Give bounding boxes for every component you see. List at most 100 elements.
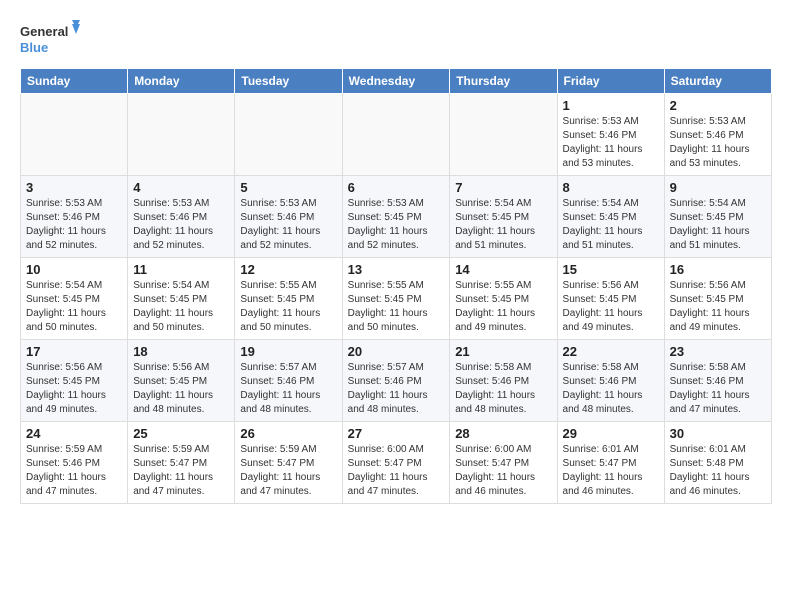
- day-info: Sunrise: 5:53 AM Sunset: 5:46 PM Dayligh…: [670, 115, 766, 171]
- day-number: 1: [563, 98, 659, 113]
- svg-text:Blue: Blue: [20, 40, 48, 55]
- calendar-day-cell: 27 Sunrise: 6:00 AM Sunset: 5:47 PM Dayli…: [342, 422, 450, 504]
- calendar-day-cell: 12 Sunrise: 5:55 AM Sunset: 5:45 PM Dayli…: [235, 258, 342, 340]
- logo-svg: General Blue: [20, 20, 80, 58]
- weekday-header-cell: Sunday: [21, 69, 128, 94]
- day-info: Sunrise: 5:57 AM Sunset: 5:46 PM Dayligh…: [348, 361, 445, 417]
- day-number: 21: [455, 344, 551, 359]
- day-number: 5: [240, 180, 336, 195]
- day-info: Sunrise: 5:56 AM Sunset: 5:45 PM Dayligh…: [133, 361, 229, 417]
- calendar-day-cell: 8 Sunrise: 5:54 AM Sunset: 5:45 PM Daylig…: [557, 176, 664, 258]
- calendar-day-cell: [128, 94, 235, 176]
- day-info: Sunrise: 5:53 AM Sunset: 5:46 PM Dayligh…: [563, 115, 659, 171]
- day-number: 30: [670, 426, 766, 441]
- calendar-day-cell: 22 Sunrise: 5:58 AM Sunset: 5:46 PM Dayli…: [557, 340, 664, 422]
- calendar-day-cell: 11 Sunrise: 5:54 AM Sunset: 5:45 PM Dayli…: [128, 258, 235, 340]
- calendar-week-row: 17 Sunrise: 5:56 AM Sunset: 5:45 PM Dayli…: [21, 340, 772, 422]
- day-number: 22: [563, 344, 659, 359]
- weekday-header-cell: Saturday: [664, 69, 771, 94]
- weekday-header-cell: Tuesday: [235, 69, 342, 94]
- calendar-day-cell: 1 Sunrise: 5:53 AM Sunset: 5:46 PM Daylig…: [557, 94, 664, 176]
- calendar-day-cell: 6 Sunrise: 5:53 AM Sunset: 5:45 PM Daylig…: [342, 176, 450, 258]
- calendar-day-cell: [21, 94, 128, 176]
- day-info: Sunrise: 5:59 AM Sunset: 5:47 PM Dayligh…: [240, 443, 336, 499]
- calendar-day-cell: 18 Sunrise: 5:56 AM Sunset: 5:45 PM Dayli…: [128, 340, 235, 422]
- day-number: 12: [240, 262, 336, 277]
- day-info: Sunrise: 5:59 AM Sunset: 5:46 PM Dayligh…: [26, 443, 122, 499]
- day-info: Sunrise: 5:58 AM Sunset: 5:46 PM Dayligh…: [455, 361, 551, 417]
- calendar-day-cell: 7Sunrise: 5:54 AM Sunset: 5:45 PM Daylig…: [450, 176, 557, 258]
- day-number: 29: [563, 426, 659, 441]
- logo: General Blue: [20, 20, 80, 58]
- calendar-day-cell: [450, 94, 557, 176]
- weekday-header-cell: Friday: [557, 69, 664, 94]
- day-number: 13: [348, 262, 445, 277]
- day-info: Sunrise: 5:53 AM Sunset: 5:46 PM Dayligh…: [240, 197, 336, 253]
- calendar-day-cell: 25Sunrise: 5:59 AM Sunset: 5:47 PM Dayli…: [128, 422, 235, 504]
- calendar-body: 1 Sunrise: 5:53 AM Sunset: 5:46 PM Daylig…: [21, 94, 772, 504]
- day-info: Sunrise: 5:54 AM Sunset: 5:45 PM Dayligh…: [563, 197, 659, 253]
- calendar-week-row: 10 Sunrise: 5:54 AM Sunset: 5:45 PM Dayli…: [21, 258, 772, 340]
- day-number: 28: [455, 426, 551, 441]
- day-info: Sunrise: 5:55 AM Sunset: 5:45 PM Dayligh…: [240, 279, 336, 335]
- day-number: 20: [348, 344, 445, 359]
- page-header: General Blue: [20, 20, 772, 58]
- calendar-day-cell: 3Sunrise: 5:53 AM Sunset: 5:46 PM Daylig…: [21, 176, 128, 258]
- day-number: 9: [670, 180, 766, 195]
- weekday-header-cell: Thursday: [450, 69, 557, 94]
- day-info: Sunrise: 6:00 AM Sunset: 5:47 PM Dayligh…: [348, 443, 445, 499]
- svg-text:General: General: [20, 24, 68, 39]
- weekday-header-cell: Monday: [128, 69, 235, 94]
- day-number: 19: [240, 344, 336, 359]
- day-info: Sunrise: 6:00 AM Sunset: 5:47 PM Dayligh…: [455, 443, 551, 499]
- calendar-day-cell: 17 Sunrise: 5:56 AM Sunset: 5:45 PM Dayli…: [21, 340, 128, 422]
- day-number: 6: [348, 180, 445, 195]
- day-number: 16: [670, 262, 766, 277]
- day-info: Sunrise: 5:56 AM Sunset: 5:45 PM Dayligh…: [26, 361, 122, 417]
- day-number: 4: [133, 180, 229, 195]
- day-number: 23: [670, 344, 766, 359]
- day-info: Sunrise: 5:56 AM Sunset: 5:45 PM Dayligh…: [563, 279, 659, 335]
- day-number: 8: [563, 180, 659, 195]
- day-number: 10: [26, 262, 122, 277]
- calendar-table: SundayMondayTuesdayWednesdayThursdayFrid…: [20, 68, 772, 504]
- day-number: 14: [455, 262, 551, 277]
- day-info: Sunrise: 5:54 AM Sunset: 5:45 PM Dayligh…: [133, 279, 229, 335]
- weekday-header-row: SundayMondayTuesdayWednesdayThursdayFrid…: [21, 69, 772, 94]
- calendar-day-cell: 15 Sunrise: 5:56 AM Sunset: 5:45 PM Dayli…: [557, 258, 664, 340]
- day-number: 27: [348, 426, 445, 441]
- day-info: Sunrise: 5:55 AM Sunset: 5:45 PM Dayligh…: [348, 279, 445, 335]
- day-info: Sunrise: 5:53 AM Sunset: 5:45 PM Dayligh…: [348, 197, 445, 253]
- calendar-day-cell: 20 Sunrise: 5:57 AM Sunset: 5:46 PM Dayli…: [342, 340, 450, 422]
- day-info: Sunrise: 6:01 AM Sunset: 5:47 PM Dayligh…: [563, 443, 659, 499]
- day-number: 26: [240, 426, 336, 441]
- day-info: Sunrise: 5:55 AM Sunset: 5:45 PM Dayligh…: [455, 279, 551, 335]
- day-info: Sunrise: 5:54 AM Sunset: 5:45 PM Dayligh…: [26, 279, 122, 335]
- calendar-day-cell: [342, 94, 450, 176]
- day-number: 15: [563, 262, 659, 277]
- day-number: 18: [133, 344, 229, 359]
- calendar-day-cell: 4Sunrise: 5:53 AM Sunset: 5:46 PM Daylig…: [128, 176, 235, 258]
- day-number: 2: [670, 98, 766, 113]
- calendar-day-cell: 16Sunrise: 5:56 AM Sunset: 5:45 PM Dayli…: [664, 258, 771, 340]
- calendar-week-row: 3 Sunrise: 5:53 AM Sunset: 5:46 PM Daylig…: [21, 176, 772, 258]
- day-info: Sunrise: 5:57 AM Sunset: 5:46 PM Dayligh…: [240, 361, 336, 417]
- day-number: 3: [26, 180, 122, 195]
- calendar-day-cell: 23Sunrise: 5:58 AM Sunset: 5:46 PM Dayli…: [664, 340, 771, 422]
- day-number: 11: [133, 262, 229, 277]
- calendar-day-cell: 19 Sunrise: 5:57 AM Sunset: 5:46 PM Dayli…: [235, 340, 342, 422]
- calendar-day-cell: 30Sunrise: 6:01 AM Sunset: 5:48 PM Dayli…: [664, 422, 771, 504]
- day-info: Sunrise: 5:54 AM Sunset: 5:45 PM Dayligh…: [670, 197, 766, 253]
- calendar-day-cell: 29 Sunrise: 6:01 AM Sunset: 5:47 PM Dayli…: [557, 422, 664, 504]
- day-info: Sunrise: 5:54 AM Sunset: 5:45 PM Dayligh…: [455, 197, 551, 253]
- day-info: Sunrise: 5:58 AM Sunset: 5:46 PM Dayligh…: [563, 361, 659, 417]
- weekday-header-cell: Wednesday: [342, 69, 450, 94]
- calendar-day-cell: 2 Sunrise: 5:53 AM Sunset: 5:46 PM Daylig…: [664, 94, 771, 176]
- day-number: 17: [26, 344, 122, 359]
- calendar-day-cell: 14 Sunrise: 5:55 AM Sunset: 5:45 PM Dayli…: [450, 258, 557, 340]
- calendar-day-cell: 24Sunrise: 5:59 AM Sunset: 5:46 PM Dayli…: [21, 422, 128, 504]
- calendar-day-cell: 5 Sunrise: 5:53 AM Sunset: 5:46 PM Daylig…: [235, 176, 342, 258]
- calendar-day-cell: 10 Sunrise: 5:54 AM Sunset: 5:45 PM Dayli…: [21, 258, 128, 340]
- calendar-week-row: 24Sunrise: 5:59 AM Sunset: 5:46 PM Dayli…: [21, 422, 772, 504]
- calendar-day-cell: 28 Sunrise: 6:00 AM Sunset: 5:47 PM Dayli…: [450, 422, 557, 504]
